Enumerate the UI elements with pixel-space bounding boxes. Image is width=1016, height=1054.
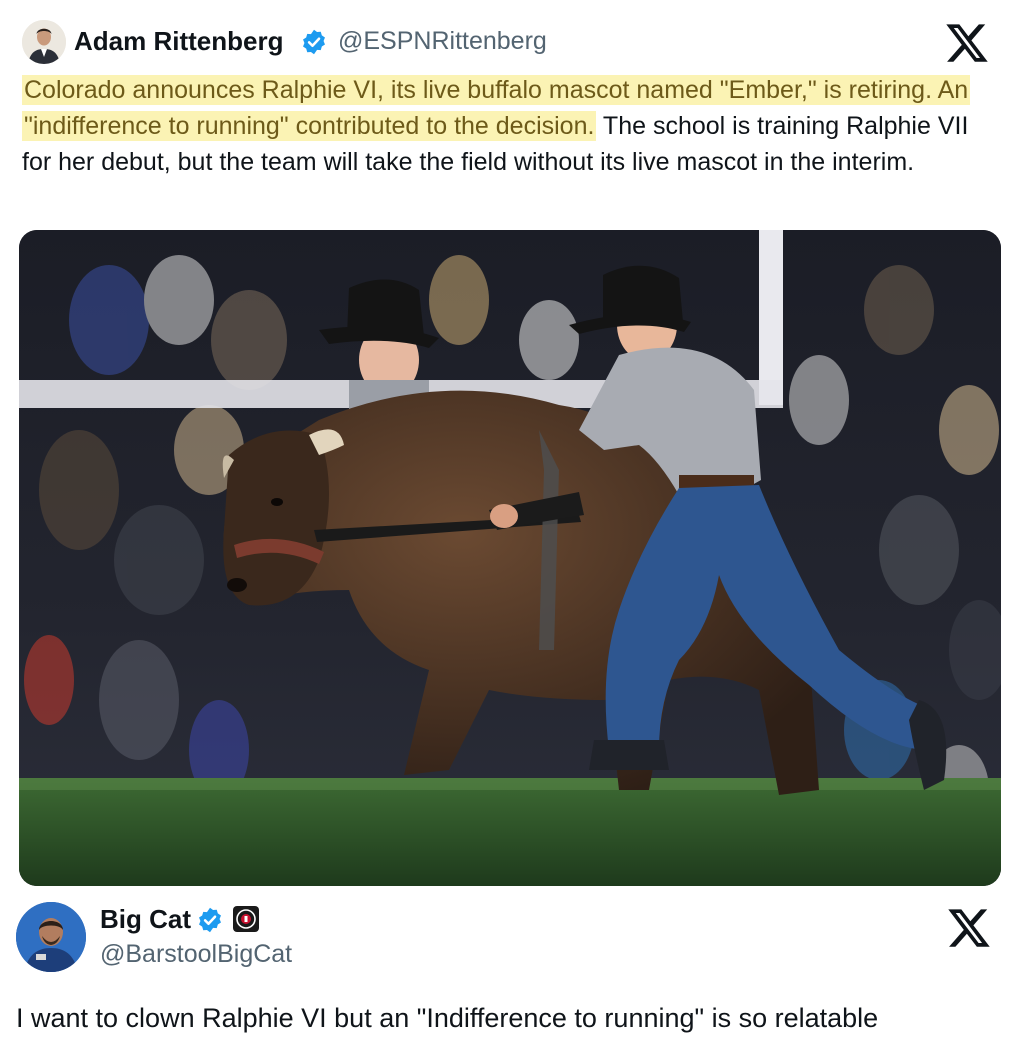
author-avatar[interactable] — [16, 902, 86, 972]
author-handle[interactable]: @ESPNRittenberg — [338, 27, 547, 56]
tweet-text: I want to clown Ralphie VI but an "Indif… — [16, 1003, 879, 1033]
tweet-text: Colorado announces Ralphie VI, its live … — [22, 72, 1002, 180]
author-name[interactable]: Big Cat — [100, 904, 191, 935]
author-handle[interactable]: @BarstoolBigCat — [100, 940, 292, 969]
x-logo-icon — [946, 24, 988, 62]
author-name[interactable]: Adam Rittenberg — [74, 26, 283, 57]
person-icon — [22, 20, 66, 64]
verified-badge-icon — [303, 29, 325, 55]
verified-badge-icon — [199, 907, 221, 933]
buffalo-mascot-run-photo — [19, 230, 1001, 886]
barstool-badge-icon[interactable] — [233, 906, 259, 932]
person-icon — [16, 902, 86, 972]
author-avatar[interactable] — [22, 20, 66, 64]
x-logo-icon — [948, 909, 990, 947]
tweet-photo[interactable] — [19, 230, 1001, 886]
